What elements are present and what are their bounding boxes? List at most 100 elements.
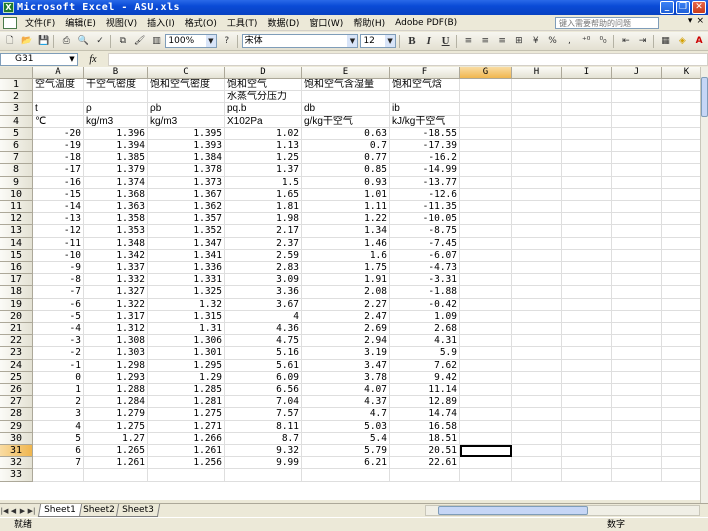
cell-d23[interactable]: 5.16 bbox=[225, 347, 302, 360]
cell-h2[interactable] bbox=[512, 91, 562, 104]
cell-d4[interactable]: X102Pa bbox=[225, 115, 302, 128]
cell-f2[interactable] bbox=[390, 91, 460, 104]
cell-d7[interactable]: 1.25 bbox=[225, 152, 302, 165]
cell-d8[interactable]: 1.37 bbox=[225, 164, 302, 177]
cell-g24[interactable] bbox=[460, 359, 512, 372]
cell-f18[interactable]: -1.88 bbox=[390, 286, 460, 299]
cell-k24[interactable] bbox=[662, 360, 700, 372]
cell-b10[interactable]: 1.368 bbox=[84, 188, 148, 201]
cell-b4[interactable]: kg/m3 bbox=[84, 115, 148, 128]
cell-h20[interactable] bbox=[512, 310, 562, 323]
cell-h10[interactable] bbox=[512, 188, 562, 201]
cell-a4[interactable]: ℃ bbox=[33, 115, 84, 128]
cell-i6[interactable] bbox=[562, 140, 612, 153]
cell-e3[interactable]: db bbox=[302, 103, 390, 116]
cell-g4[interactable] bbox=[460, 115, 512, 128]
cell-i3[interactable] bbox=[562, 103, 612, 116]
cell-g19[interactable] bbox=[460, 298, 512, 311]
menu-insert[interactable]: 插入(I) bbox=[142, 16, 180, 29]
menu-window[interactable]: 窗口(W) bbox=[304, 16, 348, 29]
cell-j24[interactable] bbox=[612, 359, 662, 372]
cell-f21[interactable]: 2.68 bbox=[390, 323, 460, 336]
cell-f9[interactable]: -13.77 bbox=[390, 176, 460, 189]
cell-j26[interactable] bbox=[612, 384, 662, 397]
new-file-icon[interactable]: 🗋 bbox=[2, 34, 18, 49]
cell-b23[interactable]: 1.303 bbox=[84, 347, 148, 360]
cell-k13[interactable] bbox=[662, 225, 700, 238]
cell-a31[interactable]: 6 bbox=[33, 445, 84, 458]
cell-j7[interactable] bbox=[612, 152, 662, 165]
cell-c32[interactable]: 1.256 bbox=[148, 457, 225, 470]
vertical-scrollbar[interactable] bbox=[700, 67, 708, 503]
cell-k32[interactable] bbox=[662, 457, 700, 470]
workbook-close-icon[interactable]: × bbox=[696, 16, 704, 26]
cell-e31[interactable]: 5.79 bbox=[302, 445, 390, 458]
cell-d19[interactable]: 3.67 bbox=[225, 298, 302, 311]
cell-a32[interactable]: 7 bbox=[33, 457, 84, 470]
merge-center-icon[interactable]: ⊞ bbox=[511, 34, 527, 49]
cell-c29[interactable]: 1.271 bbox=[148, 420, 225, 433]
cell-e33[interactable] bbox=[302, 469, 390, 482]
cell-k12[interactable] bbox=[662, 213, 700, 226]
cell-f15[interactable]: -6.07 bbox=[390, 249, 460, 262]
cell-i13[interactable] bbox=[562, 225, 612, 238]
cell-k23[interactable] bbox=[662, 347, 700, 360]
align-right-icon[interactable]: ≡ bbox=[494, 34, 510, 49]
cell-h5[interactable] bbox=[512, 127, 562, 140]
cell-f7[interactable]: -16.2 bbox=[390, 152, 460, 165]
cell-j30[interactable] bbox=[612, 432, 662, 445]
cell-e13[interactable]: 1.34 bbox=[302, 225, 390, 238]
print-preview-icon[interactable]: 🔍 bbox=[75, 34, 91, 49]
menu-data[interactable]: 数据(D) bbox=[262, 16, 304, 29]
cell-a24[interactable]: -1 bbox=[33, 359, 84, 372]
restore-button[interactable]: ❐ bbox=[676, 1, 690, 14]
cell-f29[interactable]: 16.58 bbox=[390, 420, 460, 433]
cell-h32[interactable] bbox=[512, 457, 562, 470]
cell-g20[interactable] bbox=[460, 310, 512, 323]
row-header[interactable]: 11 bbox=[0, 201, 33, 214]
cell-e28[interactable]: 4.7 bbox=[302, 408, 390, 421]
cell-j18[interactable] bbox=[612, 286, 662, 299]
row-header[interactable]: 9 bbox=[0, 176, 33, 189]
italic-button[interactable]: I bbox=[421, 34, 437, 49]
cell-h29[interactable] bbox=[512, 420, 562, 433]
row-header[interactable]: 8 bbox=[0, 164, 33, 177]
cell-j21[interactable] bbox=[612, 323, 662, 336]
cell-a9[interactable]: -16 bbox=[33, 176, 84, 189]
help-dropdown-icon[interactable]: ▾ bbox=[688, 16, 693, 26]
copy-icon[interactable]: ⧉ bbox=[115, 34, 131, 49]
cell-c19[interactable]: 1.32 bbox=[148, 298, 225, 311]
cell-d9[interactable]: 1.5 bbox=[225, 176, 302, 189]
cell-b16[interactable]: 1.337 bbox=[84, 262, 148, 275]
row-header[interactable]: 33 bbox=[0, 469, 33, 482]
zoom-select[interactable]: 100% ▼ bbox=[165, 34, 217, 48]
cell-g15[interactable] bbox=[460, 249, 512, 262]
cell-f20[interactable]: 1.09 bbox=[390, 310, 460, 323]
cell-e14[interactable]: 1.46 bbox=[302, 237, 390, 250]
cell-c10[interactable]: 1.367 bbox=[148, 188, 225, 201]
cell-j29[interactable] bbox=[612, 420, 662, 433]
cell-d2[interactable]: 水蒸气分压力 bbox=[225, 91, 302, 104]
cell-a26[interactable]: 1 bbox=[33, 384, 84, 397]
fill-color-icon[interactable]: ◈ bbox=[674, 34, 690, 49]
cell-b22[interactable]: 1.308 bbox=[84, 335, 148, 348]
cell-f32[interactable]: 22.61 bbox=[390, 457, 460, 470]
row-header[interactable]: 10 bbox=[0, 188, 33, 201]
cell-j4[interactable] bbox=[612, 115, 662, 128]
cell-g28[interactable] bbox=[460, 408, 512, 421]
cell-b6[interactable]: 1.394 bbox=[84, 140, 148, 153]
menu-format[interactable]: 格式(O) bbox=[180, 16, 222, 29]
cell-g3[interactable] bbox=[460, 103, 512, 116]
cell-i15[interactable] bbox=[562, 249, 612, 262]
prev-sheet-icon[interactable]: ◀ bbox=[9, 507, 18, 515]
cell-k28[interactable] bbox=[662, 408, 700, 421]
cell-j9[interactable] bbox=[612, 176, 662, 189]
cell-b29[interactable]: 1.275 bbox=[84, 420, 148, 433]
cell-a28[interactable]: 3 bbox=[33, 408, 84, 421]
cell-a30[interactable]: 5 bbox=[33, 432, 84, 445]
cell-k7[interactable] bbox=[662, 152, 700, 165]
cell-d15[interactable]: 2.59 bbox=[225, 249, 302, 262]
cell-h19[interactable] bbox=[512, 298, 562, 311]
row-header[interactable]: 31 bbox=[0, 445, 33, 458]
horizontal-scrollbar[interactable] bbox=[425, 505, 700, 516]
